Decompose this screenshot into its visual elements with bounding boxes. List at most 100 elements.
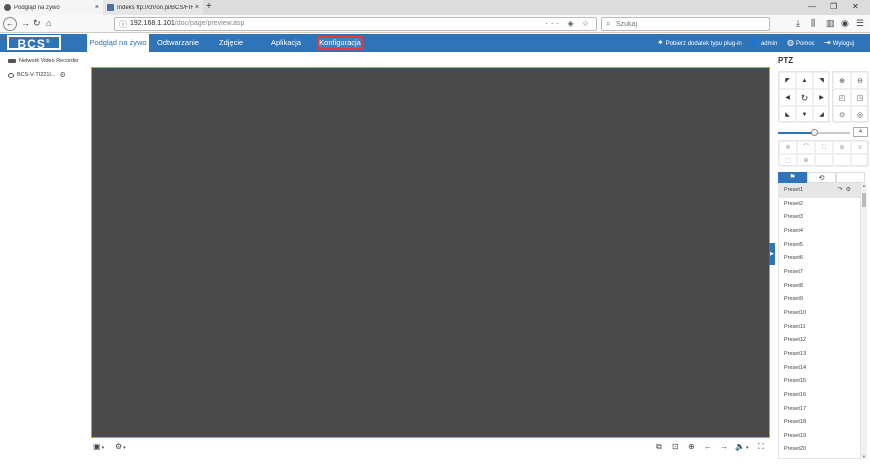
stream-type-icon[interactable]: ⚙▾ bbox=[115, 442, 126, 451]
nav-live-preview[interactable]: Podgląd na żywo bbox=[87, 34, 149, 52]
preset-item[interactable]: Preset11 bbox=[779, 321, 860, 335]
ptz-speed-slider[interactable]: 4 bbox=[778, 127, 868, 137]
new-tab-icon[interactable]: + bbox=[206, 1, 212, 12]
scroll-down-icon[interactable]: ▼ bbox=[861, 454, 867, 459]
user-menu[interactable]: 👤 admin bbox=[749, 34, 777, 52]
capture-icon[interactable]: ⊡ bbox=[672, 442, 679, 451]
help-link[interactable]: ◍ Pomoc bbox=[787, 34, 815, 52]
preset-item[interactable]: Preset2 bbox=[779, 198, 860, 212]
search-box[interactable]: ⌕ bbox=[601, 17, 770, 31]
ptz-auto-scan-icon[interactable]: ↻ bbox=[796, 89, 813, 106]
logout-link[interactable]: ⇥ Wyloguj bbox=[824, 34, 854, 52]
one-touch-focus-icon[interactable]: ⛶ bbox=[815, 141, 833, 154]
audio-icon[interactable]: 🔈▾ bbox=[735, 442, 748, 451]
ptz-up-right-icon[interactable]: ◥ bbox=[813, 72, 830, 89]
library-icon[interactable]: ⫼ bbox=[811, 18, 815, 29]
focus-far-icon[interactable]: ◳ bbox=[851, 89, 869, 106]
nav-picture[interactable]: Zdjęcie bbox=[219, 34, 243, 52]
downloads-icon[interactable]: ⤓ bbox=[796, 18, 800, 29]
preset-item[interactable]: Preset4 bbox=[779, 225, 860, 239]
zoom-in-icon[interactable]: ⊕ bbox=[833, 72, 851, 89]
preset-item[interactable]: Preset10 bbox=[779, 307, 860, 321]
tab-live-preview[interactable]: Podgląd na żywo × bbox=[0, 0, 103, 15]
ptz-up-left-icon[interactable]: ◤ bbox=[779, 72, 796, 89]
ptz-down-left-icon[interactable]: ◣ bbox=[779, 106, 796, 123]
fullscreen-icon[interactable]: ⛶ bbox=[758, 442, 764, 452]
preset-item[interactable]: Preset6 bbox=[779, 252, 860, 266]
preset-item[interactable]: Preset16 bbox=[779, 389, 860, 403]
more-actions-icon[interactable]: ··· bbox=[545, 19, 562, 28]
iris-open-icon[interactable]: ⊙ bbox=[833, 106, 851, 123]
regional-zoom-icon[interactable]: ⊕ bbox=[797, 154, 815, 167]
preset-item[interactable]: Preset8 bbox=[779, 280, 860, 294]
preset-item[interactable]: Preset9 bbox=[779, 293, 860, 307]
set-preset-icon[interactable]: ⚙ bbox=[846, 187, 854, 193]
preset-item[interactable]: Preset19 bbox=[779, 430, 860, 444]
ptz-down-right-icon[interactable]: ◢ bbox=[813, 106, 830, 123]
preset-item[interactable]: Preset5 bbox=[779, 239, 860, 253]
stop-all-icon[interactable]: ⧉ bbox=[656, 442, 662, 452]
search-input[interactable] bbox=[616, 19, 766, 30]
tab-ftp-index[interactable]: Indeks ftp://chron.pl/BCS/FIR × bbox=[103, 0, 203, 15]
sidebar-icon[interactable]: ▥ bbox=[826, 18, 835, 29]
nav-application[interactable]: Aplikacja bbox=[271, 34, 301, 52]
window-layout-icon[interactable]: ▣▾ bbox=[93, 442, 104, 451]
video-window[interactable] bbox=[91, 67, 770, 438]
ptz-up-icon[interactable]: ▲ bbox=[796, 72, 813, 89]
digital-zoom-icon[interactable]: ⊕ bbox=[688, 442, 695, 451]
close-tab-icon[interactable]: × bbox=[195, 4, 199, 11]
zoom-out-icon[interactable]: ⊖ bbox=[851, 72, 869, 89]
tab-patrol[interactable]: ⟲ bbox=[807, 172, 836, 183]
scroll-thumb[interactable] bbox=[862, 193, 866, 207]
back-icon[interactable]: ← bbox=[3, 17, 17, 31]
info-icon[interactable]: ⓘ bbox=[119, 19, 127, 30]
nav-configuration[interactable]: Konfiguracja bbox=[317, 36, 363, 50]
tab-presets[interactable]: ⚑ bbox=[778, 172, 807, 183]
ptz-down-icon[interactable]: ▼ bbox=[796, 106, 813, 123]
nav-playback[interactable]: Odtwarzanie bbox=[157, 34, 199, 52]
menu-grid-icon[interactable]: ≡ bbox=[851, 141, 869, 154]
preset-item[interactable]: Preset18 bbox=[779, 416, 860, 430]
preset-item[interactable]: Preset3 bbox=[779, 211, 860, 225]
speed-knob[interactable] bbox=[811, 129, 818, 136]
preset-item[interactable]: Preset1 ↷⚙ bbox=[779, 184, 860, 198]
bookmark-star-icon[interactable]: ☆ bbox=[582, 19, 592, 28]
forward-icon[interactable]: → bbox=[21, 18, 30, 28]
scroll-up-icon[interactable]: ▲ bbox=[861, 183, 867, 188]
next-page-icon[interactable]: → bbox=[720, 442, 728, 451]
tab-pattern[interactable] bbox=[836, 172, 865, 183]
refresh-icon[interactable]: ↻ bbox=[33, 18, 41, 29]
collapse-panel-icon[interactable]: ▶ bbox=[769, 243, 775, 265]
speed-track[interactable] bbox=[778, 129, 850, 136]
menu-icon[interactable]: ☰ bbox=[856, 18, 864, 29]
stream-settings-icon[interactable]: ⚙ bbox=[60, 71, 66, 79]
download-plugin-link[interactable]: ✦ Pobierz dodatek typu plug-in bbox=[657, 34, 742, 52]
tree-root[interactable]: Network Video Recorder bbox=[8, 58, 79, 64]
preset-item[interactable]: Preset14 bbox=[779, 362, 860, 376]
ptz-left-icon[interactable]: ◀ bbox=[779, 89, 796, 106]
maximize-icon[interactable]: ❐ bbox=[830, 2, 837, 11]
close-window-icon[interactable]: ✕ bbox=[852, 2, 859, 11]
focus-near-icon[interactable]: ◰ bbox=[833, 89, 851, 106]
preset-item[interactable]: Preset13 bbox=[779, 348, 860, 362]
ptz-right-icon[interactable]: ▶ bbox=[813, 89, 830, 106]
preset-item[interactable]: Preset12 bbox=[779, 334, 860, 348]
address-bar[interactable]: ⓘ 192.168.1.101/doc/page/preview.asp ···… bbox=[114, 17, 597, 31]
light-icon[interactable]: ✲ bbox=[779, 141, 797, 154]
preset-item[interactable]: Preset20 bbox=[779, 443, 860, 457]
close-tab-icon[interactable]: × bbox=[95, 4, 99, 11]
minimize-icon[interactable]: — bbox=[808, 2, 816, 11]
home-icon[interactable]: ⌂ bbox=[46, 18, 51, 28]
call-preset-icon[interactable]: ↷ bbox=[838, 187, 846, 193]
pocket-icon[interactable]: ◈ bbox=[567, 19, 576, 28]
lens-init-icon[interactable]: ⊛ bbox=[833, 141, 851, 154]
wiper-icon[interactable]: ⌒ bbox=[797, 141, 815, 154]
preset-scrollbar[interactable]: ▲ ▼ bbox=[861, 183, 867, 459]
preset-item[interactable]: Preset17 bbox=[779, 403, 860, 417]
preset-item[interactable]: Preset15 bbox=[779, 375, 860, 389]
previous-page-icon[interactable]: ← bbox=[704, 442, 712, 451]
extension-icon[interactable]: ◉ bbox=[841, 18, 849, 29]
3d-position-icon[interactable]: ⬚ bbox=[779, 154, 797, 167]
preset-item[interactable]: Preset7 bbox=[779, 266, 860, 280]
iris-close-icon[interactable]: ◎ bbox=[851, 106, 869, 123]
